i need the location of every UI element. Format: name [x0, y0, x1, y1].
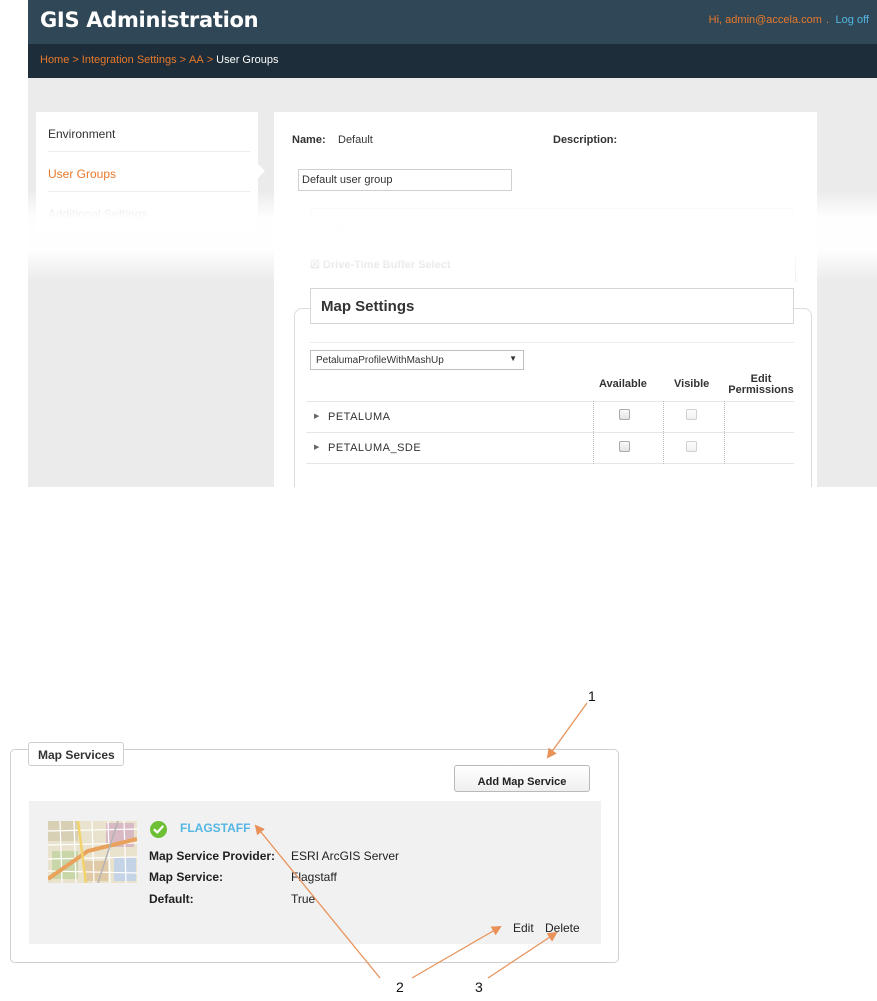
available-checkbox[interactable] — [619, 409, 630, 420]
user-group-panel: Name: Default Description: Map Commands … — [274, 112, 827, 487]
sidebar: Environment User Groups Additional Setti… — [36, 112, 258, 232]
triangle-right-icon[interactable]: ▶ — [314, 412, 319, 420]
breadcrumb-sep: > — [179, 54, 187, 66]
description-field[interactable] — [298, 169, 512, 191]
logoff-link[interactable]: Log off — [836, 14, 869, 26]
breadcrumb-user-groups: User Groups — [216, 54, 279, 66]
column-header-available: Available — [599, 378, 647, 390]
greeting-text: Hi, admin@accela.com — [708, 14, 822, 26]
column-header-edit-permissions: Edit Permissions — [724, 374, 798, 396]
delete-link[interactable]: Delete — [545, 921, 580, 935]
caret-down-icon: ▼ — [509, 354, 517, 363]
map-commands-title: Map Commands — [318, 216, 434, 233]
profile-select[interactable]: PetalumaProfileWithMashUp ▼ — [310, 350, 524, 370]
edit-link[interactable]: Edit — [513, 921, 534, 935]
greeting-separator: . — [825, 14, 829, 26]
layer-name: PETALUMA — [328, 411, 391, 423]
column-divider — [724, 401, 725, 464]
breadcrumb-integration-settings[interactable]: Integration Settings — [82, 54, 177, 66]
layer-name: PETALUMA_SDE — [328, 442, 422, 454]
provider-value: ESRI ArcGIS Server — [291, 849, 400, 863]
callout-number-2: 2 — [396, 979, 404, 995]
triangle-right-icon[interactable]: ▶ — [314, 443, 319, 451]
name-value: Default — [338, 134, 373, 146]
app-title: GIS Administration — [40, 8, 259, 32]
add-map-service-button[interactable]: Add Map Service — [454, 765, 590, 792]
provider-label: Map Service Provider: — [149, 849, 276, 863]
visible-checkbox[interactable] — [686, 441, 697, 452]
visible-checkbox[interactable] — [686, 409, 697, 420]
breadcrumb-sep: > — [206, 54, 214, 66]
description-label: Description: — [553, 134, 618, 146]
column-divider — [593, 401, 594, 464]
map-service-card: FLAGSTAFF Map Service Provider: ESRI Arc… — [29, 801, 601, 944]
page-background — [817, 112, 877, 487]
gis-admin-window: GIS Administration Hi, admin@accela.com.… — [28, 0, 877, 487]
default-value: True — [291, 892, 316, 906]
callout-number-3: 3 — [475, 979, 483, 995]
map-services-legend: Map Services — [28, 742, 124, 766]
map-thumbnail-icon — [48, 821, 137, 883]
breadcrumb-bar: Home > Integration Settings > AA > User Groups — [28, 44, 877, 78]
breadcrumb: Home > Integration Settings > AA > User Groups — [40, 54, 279, 66]
service-value: Flagstaff — [291, 870, 337, 884]
layer-row: ▶ PETALUMA — [306, 401, 794, 433]
breadcrumb-aa[interactable]: AA — [189, 54, 204, 66]
profile-select-value: PetalumaProfileWithMashUp — [316, 355, 444, 366]
default-label: Default: — [149, 892, 194, 906]
callout-number-1: 1 — [588, 688, 596, 704]
sidebar-item-additional-settings[interactable]: Additional Settings — [48, 192, 250, 232]
breadcrumb-sep: > — [72, 54, 79, 66]
sidebar-item-user-groups[interactable]: User Groups — [48, 152, 250, 192]
app-header: GIS Administration Hi, admin@accela.com.… — [28, 0, 877, 44]
sidebar-item-environment[interactable]: Environment — [48, 112, 250, 152]
map-settings-header: Map Settings — [310, 288, 794, 324]
breadcrumb-home[interactable]: Home — [40, 54, 69, 66]
layer-row: ▶ PETALUMA_SDE — [306, 432, 794, 464]
map-service-name-link[interactable]: FLAGSTAFF — [180, 821, 250, 835]
map-settings-title: Map Settings — [321, 298, 415, 315]
column-divider — [663, 401, 664, 464]
column-header-visible: Visible — [674, 378, 710, 390]
available-checkbox[interactable] — [619, 441, 630, 452]
name-label: Name: — [292, 134, 326, 146]
map-command-item[interactable]: ☒ Drive-Time Buffer Select — [310, 258, 451, 271]
check-circle-icon — [150, 821, 167, 838]
map-command-label: Drive-Time Buffer Select — [322, 259, 451, 271]
divider — [795, 252, 796, 282]
service-label: Map Service: — [149, 870, 224, 884]
sidebar-active-pointer — [258, 164, 265, 178]
divider — [310, 342, 794, 343]
column-header-edit-line2: Permissions — [728, 384, 794, 396]
user-greeting: Hi, admin@accela.com. — [709, 14, 833, 26]
